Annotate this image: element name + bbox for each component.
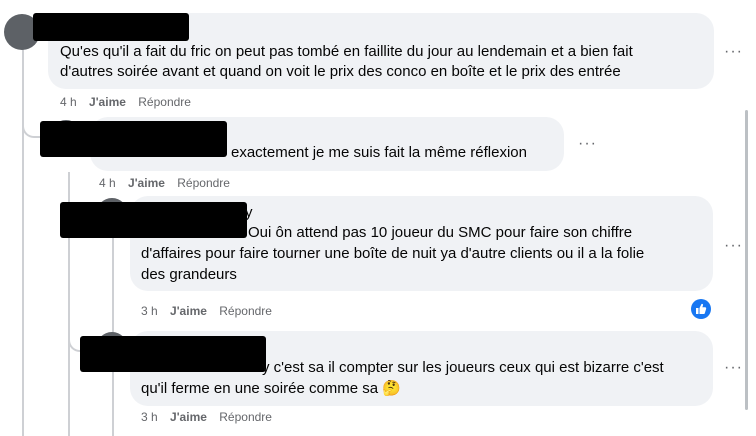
comment-actions: 3 h J'aime Répondre [141,409,272,425]
redacted-author-name [60,202,247,238]
more-options-icon[interactable]: ··· [578,136,597,152]
more-options-icon[interactable]: ··· [724,360,743,376]
reply-button[interactable]: Répondre [219,304,272,318]
timestamp: 3 h [141,304,158,318]
redacted-author-name [40,121,227,157]
comment-text: exactement je me suis fait la même réfle… [231,144,527,161]
comment-text: Qu'es qu'il a fait du fric on peut pas t… [60,43,633,60]
redacted-author-name [80,336,266,372]
redacted-author-name [33,13,189,41]
comment-actions: 3 h J'aime Répondre [141,303,272,319]
comment-actions: 4 h J'aime Répondre [60,94,191,110]
scrollbar[interactable] [745,110,748,410]
like-button[interactable]: J'aime [89,95,126,109]
timestamp: 4 h [60,95,77,109]
comment-text: d'affaires pour faire tourner une boîte … [141,245,645,262]
author-name-fragment: y [245,204,253,221]
thumbs-up-glyph [696,303,707,314]
comment-text: d'autres soirée avant et quand on voit l… [60,63,621,80]
more-options-icon[interactable]: ··· [724,238,743,254]
like-button[interactable]: J'aime [128,176,165,190]
reply-button[interactable]: Répondre [219,410,272,424]
timestamp: 3 h [141,410,158,424]
reply-button[interactable]: Répondre [138,95,191,109]
thread-line [22,46,24,436]
thumbs-up-icon[interactable] [691,299,711,319]
comment-text: des grandeurs [141,266,237,283]
like-button[interactable]: J'aime [170,304,207,318]
like-button[interactable]: J'aime [170,410,207,424]
timestamp: 4 h [99,176,116,190]
comment-text: qu'il ferme en une soirée comme sa 🤔 [141,380,401,397]
reply-button[interactable]: Répondre [177,176,230,190]
comment-text: Oui ôn attend pas 10 joueur du SMC pour … [248,224,633,241]
comment-actions: 4 h J'aime Répondre [99,175,230,191]
more-options-icon[interactable]: ··· [724,44,743,60]
comment-text: y c'est sa il compter sur les joueurs ce… [262,359,664,376]
